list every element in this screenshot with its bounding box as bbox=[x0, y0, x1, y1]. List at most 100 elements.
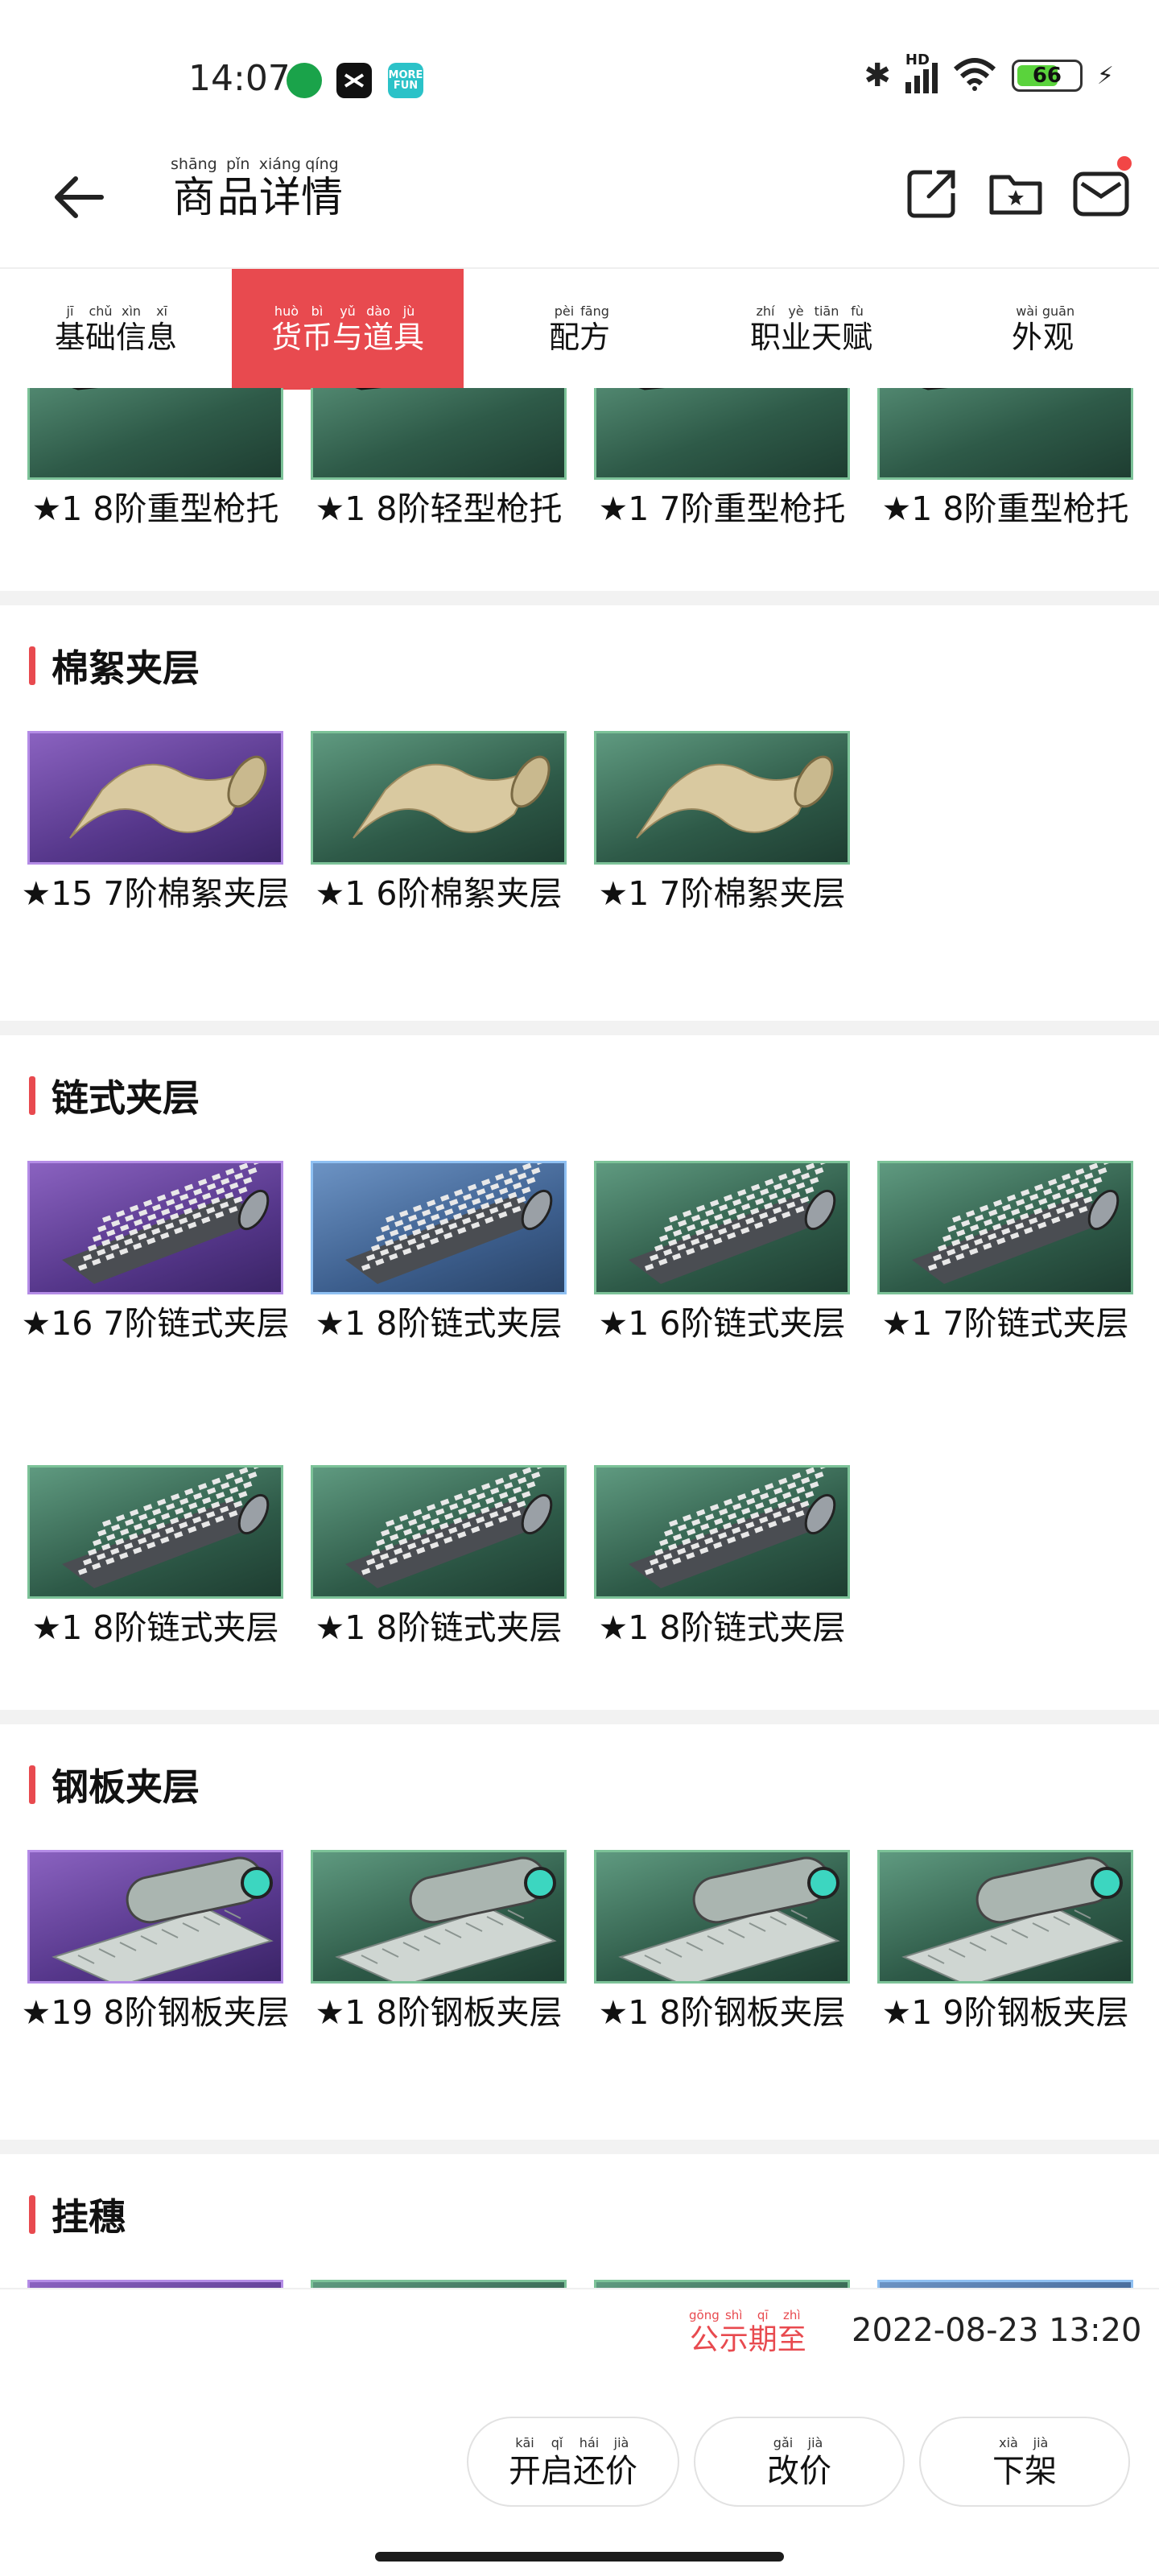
pinyin: guān bbox=[1041, 303, 1075, 319]
item-card[interactable]: ★1 8阶链式夹层 bbox=[27, 1465, 283, 1650]
item-card[interactable]: ★1 9阶挂穗 bbox=[877, 2280, 1133, 2288]
item-card[interactable]: ★1 8阶重型枪托 bbox=[877, 388, 1133, 531]
hanzi: 示 bbox=[719, 2323, 749, 2356]
gun-stock-icon bbox=[311, 388, 567, 480]
pinyin: tiān bbox=[814, 303, 839, 319]
ruby-char: gōng 公 bbox=[689, 2307, 720, 2357]
section-accent-bar bbox=[29, 2195, 35, 2234]
item-card[interactable]: ★13 7阶挂穗 bbox=[27, 2280, 283, 2288]
share-icon bbox=[907, 170, 955, 218]
ruby-char: gǎi 改 bbox=[767, 2434, 799, 2490]
ruby-char: guān 观 bbox=[1042, 303, 1074, 355]
hanzi: 配 bbox=[548, 320, 580, 355]
hanzi: 价 bbox=[799, 2453, 831, 2490]
back-button[interactable] bbox=[45, 161, 118, 233]
ruby-char: kāi 开 bbox=[509, 2434, 541, 2490]
pinyin: jī bbox=[66, 303, 74, 319]
item-card[interactable]: ★1 8阶轻型枪托 bbox=[311, 388, 567, 531]
ruby-char: chǔ 础 bbox=[85, 303, 116, 355]
pinyin: bì bbox=[311, 303, 324, 319]
item-card[interactable]: ★1 8阶链式夹层 bbox=[594, 1465, 850, 1650]
chain-roll-icon bbox=[877, 1161, 1133, 1294]
pinyin: jià bbox=[613, 2435, 629, 2450]
item-card[interactable]: ★1 6阶棉絮夹层 bbox=[311, 731, 567, 916]
item-card[interactable]: ★1 7阶棉絮夹层 bbox=[594, 731, 850, 916]
ruby-char: xiáng 详 bbox=[259, 155, 301, 222]
home-indicator[interactable] bbox=[375, 2552, 784, 2562]
pinyin: hái bbox=[579, 2435, 600, 2450]
ruby-char: qī 期 bbox=[749, 2307, 777, 2357]
steel-plate-roll-icon bbox=[27, 1850, 283, 1984]
favorite-folder-button[interactable] bbox=[984, 161, 1048, 225]
hanzi: 架 bbox=[1025, 2453, 1057, 2490]
open-bargain-button[interactable]: kāi 开 qǐ 启 hái 还 jià 价 bbox=[467, 2417, 679, 2507]
section-title: 链式夹层 bbox=[29, 1069, 200, 1122]
page-title: shāng 商 pǐn 品 xiáng 详 qíng 情 bbox=[171, 155, 343, 222]
item-label: ★1 8阶链式夹层 bbox=[315, 1608, 563, 1647]
pinyin: wài bbox=[1016, 303, 1038, 319]
item-card[interactable]: ★1 8阶重型枪托 bbox=[27, 388, 283, 531]
item-card[interactable]: ★1 8阶链式夹层 bbox=[311, 1465, 567, 1650]
item-card[interactable]: ★1 6阶链式夹层 bbox=[594, 1161, 850, 1346]
item-label: ★1 8阶重型枪托 bbox=[31, 489, 279, 528]
tassel-icon bbox=[877, 2280, 1133, 2288]
section-divider bbox=[0, 1710, 1159, 1724]
hanzi: 信 bbox=[116, 320, 147, 355]
hanzi: 赋 bbox=[842, 320, 873, 355]
hanzi: 基 bbox=[54, 320, 85, 355]
pinyin: xiáng bbox=[258, 155, 301, 173]
change-price-button[interactable]: gǎi 改 jià 价 bbox=[694, 2417, 905, 2507]
pinyin: shāng bbox=[171, 155, 217, 173]
ruby-char: dào 道 bbox=[363, 303, 394, 355]
tab-currency-items[interactable]: huò 货 bì 币 yǔ 与 dào 道 jù 具 bbox=[232, 269, 464, 390]
share-button[interactable] bbox=[900, 161, 964, 225]
ruby-char: pèi 配 bbox=[549, 303, 580, 355]
gun-stock-icon bbox=[594, 388, 850, 480]
item-card[interactable]: ★1 7阶挂穗 bbox=[311, 2280, 567, 2288]
hanzi: 期 bbox=[748, 2323, 777, 2356]
delist-button[interactable]: xià 下 jià 架 bbox=[919, 2417, 1130, 2507]
pinyin: gǎi bbox=[773, 2435, 794, 2450]
tab-recipes[interactable]: pèi 配 fāng 方 bbox=[464, 269, 695, 390]
bottom-bar: gōng 公 shì 示 qī 期 zhì 至 2022-08-23 13:20 kāi 开 qǐ… bbox=[0, 2288, 1159, 2576]
item-card[interactable]: ★1 7阶重型枪托 bbox=[594, 388, 850, 531]
item-card[interactable]: ★16 7阶链式夹层 bbox=[21, 1161, 290, 1346]
hanzi: 下 bbox=[992, 2453, 1025, 2490]
pinyin: gōng bbox=[689, 2308, 720, 2322]
cotton-roll-icon bbox=[594, 731, 850, 865]
item-card[interactable]: ★1 8阶钢板夹层 bbox=[594, 1850, 850, 2035]
item-label: ★1 8阶重型枪托 bbox=[881, 489, 1129, 528]
hanzi: 天 bbox=[811, 320, 843, 355]
hanzi: 息 bbox=[146, 320, 178, 355]
tab-talents[interactable]: zhí 职 yè 业 tiān 天 fù 赋 bbox=[695, 269, 927, 390]
tab-appearance[interactable]: wài 外 guān 观 bbox=[927, 269, 1159, 390]
item-card[interactable]: ★1 8阶钢板夹层 bbox=[311, 1850, 567, 2035]
chain-roll-icon bbox=[594, 1465, 850, 1599]
ruby-char: yè 业 bbox=[781, 303, 811, 355]
item-label: ★1 8阶钢板夹层 bbox=[315, 1993, 563, 2032]
item-label: ★1 8阶链式夹层 bbox=[315, 1304, 563, 1343]
message-button[interactable] bbox=[1069, 156, 1133, 225]
item-card[interactable]: ★1 7阶链式夹层 bbox=[877, 1161, 1133, 1346]
ruby-char: pǐn 品 bbox=[217, 155, 259, 222]
pinyin: yè bbox=[788, 303, 804, 319]
item-card[interactable]: ★19 8阶钢板夹层 bbox=[21, 1850, 290, 2035]
tab-basic-info[interactable]: jī 基 chǔ 础 xìn 信 xī 息 bbox=[0, 269, 232, 390]
item-card[interactable]: ★1 8阶链式夹层 bbox=[311, 1161, 567, 1346]
ruby-char: jià 价 bbox=[605, 2434, 637, 2490]
ruby-char: jī 基 bbox=[55, 303, 85, 355]
item-card[interactable]: ★1 9阶钢板夹层 bbox=[877, 1850, 1133, 2035]
pinyin: jù bbox=[402, 303, 415, 319]
item-card[interactable]: ★1 9阶挂穗 bbox=[594, 2280, 850, 2288]
hanzi: 业 bbox=[780, 320, 811, 355]
chain-roll-icon bbox=[27, 1161, 283, 1294]
ruby-char: shāng 商 bbox=[171, 155, 217, 222]
section-title-text: 链式夹层 bbox=[52, 1076, 200, 1120]
morefun-icon: MORE FUN bbox=[388, 63, 423, 98]
item-card[interactable]: ★15 7阶棉絮夹层 bbox=[21, 731, 290, 916]
steel-plate-roll-icon bbox=[594, 1850, 850, 1984]
hanzi: 观 bbox=[1042, 320, 1074, 355]
tassel-icon bbox=[311, 2280, 567, 2288]
pinyin: qíng bbox=[305, 155, 339, 173]
battery-icon: 66 bbox=[1011, 60, 1083, 92]
